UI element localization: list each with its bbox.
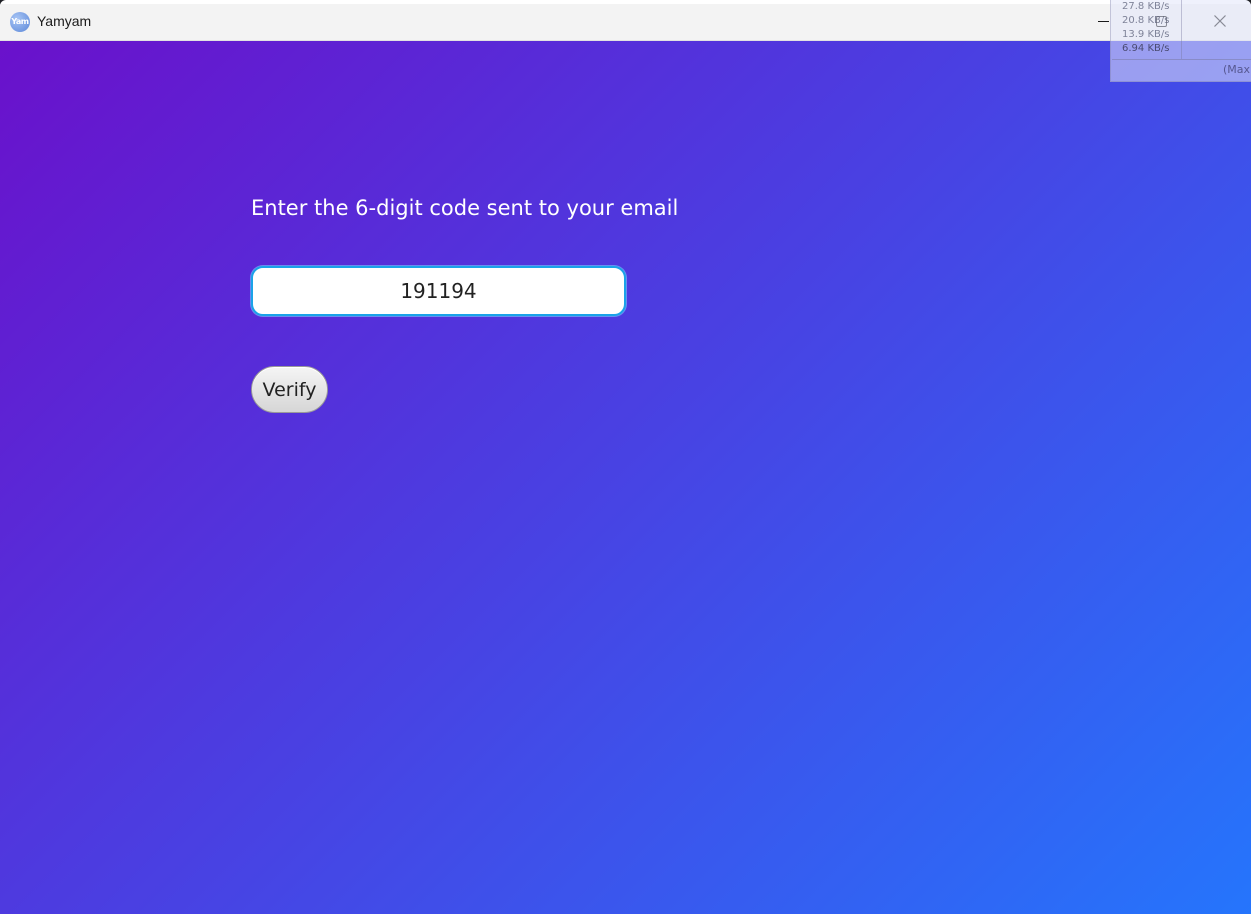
verify-button[interactable]: Verify xyxy=(251,366,328,413)
app-logo-icon: Yam xyxy=(10,12,30,32)
verification-code-input[interactable] xyxy=(251,266,626,316)
maximize-button[interactable] xyxy=(1138,4,1184,40)
close-button[interactable] xyxy=(1196,4,1242,40)
code-prompt-label: Enter the 6-digit code sent to your emai… xyxy=(251,196,679,220)
window-title: Yamyam xyxy=(37,13,92,29)
app-window: Yam Yamyam Enter the 6-digit code sent t… xyxy=(0,0,1251,914)
minimize-button[interactable] xyxy=(1080,4,1126,40)
title-bar[interactable]: Yam Yamyam xyxy=(0,4,1251,41)
verification-panel: Enter the 6-digit code sent to your emai… xyxy=(0,41,1251,914)
close-icon xyxy=(1214,15,1226,27)
